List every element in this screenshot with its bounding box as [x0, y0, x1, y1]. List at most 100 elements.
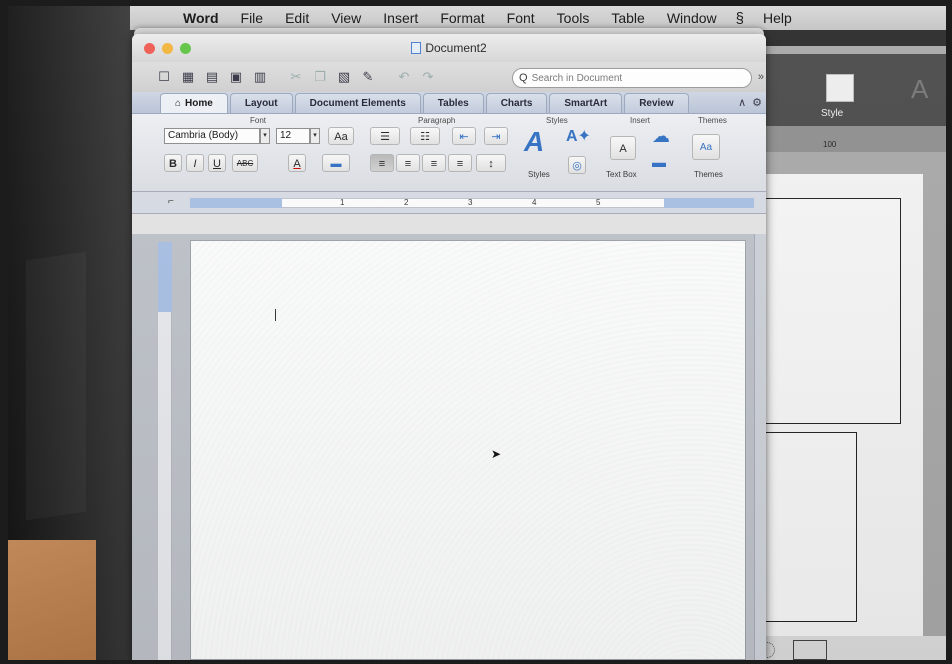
redo-icon[interactable]: ↷ [418, 67, 438, 87]
quick-styles-icon[interactable]: A✦ [566, 126, 591, 146]
undo-icon[interactable]: ↶ [394, 67, 414, 87]
menu-view[interactable]: View [320, 10, 372, 26]
script-menu-icon[interactable]: § [728, 10, 752, 27]
open-folder-icon[interactable]: ▤ [202, 67, 222, 87]
vertical-ruler[interactable] [158, 242, 172, 660]
menu-edit[interactable]: Edit [274, 10, 320, 26]
search-field[interactable]: Q [512, 68, 752, 88]
text-box-icon[interactable]: A [610, 136, 636, 160]
increase-indent-icon[interactable]: ⇥ [484, 127, 508, 145]
themes-group-label: Themes [698, 116, 727, 125]
menu-help[interactable]: Help [752, 10, 803, 26]
text-frame[interactable] [753, 198, 901, 424]
copy-icon[interactable]: ❐ [310, 67, 330, 87]
menu-tools[interactable]: Tools [546, 10, 601, 26]
strikethrough-button[interactable]: ABC [232, 154, 258, 172]
mouse-pointer-icon: ➤ [491, 447, 502, 461]
ribbon-tabs: ⌂ Home Layout Document Elements Tables Ch… [132, 92, 766, 114]
background-document-window: Style A 100 [743, 46, 946, 660]
desk-corner [8, 540, 96, 660]
font-size-field[interactable]: 12 [276, 128, 310, 144]
font-color-icon[interactable]: A [288, 154, 306, 172]
bullets-icon[interactable]: ☰ [370, 127, 400, 145]
window-title-text: Document2 [425, 41, 487, 55]
templates-icon[interactable]: ▦ [178, 67, 198, 87]
text-box-label: Text Box [606, 170, 637, 179]
title-bar[interactable]: Document2 [132, 34, 766, 62]
toolbar-overflow-icon[interactable]: » [758, 71, 764, 83]
photo-frame: Word File Edit View Insert Format Font T… [8, 6, 946, 660]
font-name-dropdown-icon[interactable]: ▾ [260, 128, 270, 144]
italic-button[interactable]: I [186, 154, 204, 172]
ruler-number: 4 [532, 198, 537, 207]
ribbon-controls: ∧ ⚙ [738, 96, 762, 109]
font-group-label: Font [250, 116, 267, 125]
tab-tables[interactable]: Tables [422, 93, 484, 113]
tab-review[interactable]: Review [624, 93, 689, 113]
styles-group-label: Styles [546, 116, 568, 125]
square-shape-icon[interactable] [793, 640, 827, 660]
print-icon[interactable]: ▥ [250, 67, 270, 87]
word-document-window: Document2 ☐ ▦ ▤ ▣ ▥ ✂ ❐ ▧ ✎ ↶ ↷ Q » ⌂Hom… [132, 34, 766, 660]
paste-icon[interactable]: ▧ [334, 67, 354, 87]
styles-pane-icon[interactable]: ◎ [568, 156, 586, 174]
decrease-indent-icon[interactable]: ⇤ [452, 127, 476, 145]
cut-icon[interactable]: ✂ [286, 67, 306, 87]
menu-window[interactable]: Window [656, 10, 728, 26]
ruler-number: 3 [468, 198, 473, 207]
styles-button-label: Styles [528, 170, 550, 179]
home-icon: ⌂ [175, 98, 182, 109]
ribbon-settings-gear-icon[interactable]: ⚙ [752, 96, 762, 109]
themes-label: Themes [694, 170, 723, 179]
font-size-icon[interactable]: A [911, 74, 928, 105]
tab-layout[interactable]: Layout [229, 93, 293, 113]
style-label: Style [821, 108, 844, 119]
styles-gallery-icon[interactable]: A [524, 126, 544, 158]
font-size-dropdown-icon[interactable]: ▾ [310, 128, 320, 144]
menu-insert[interactable]: Insert [372, 10, 429, 26]
vertical-scrollbar[interactable] [754, 234, 766, 660]
menu-word[interactable]: Word [172, 10, 230, 26]
menu-file[interactable]: File [230, 10, 275, 26]
standard-toolbar: ☐ ▦ ▤ ▣ ▥ ✂ ❐ ▧ ✎ ↶ ↷ Q » [132, 62, 766, 92]
format-painter-icon[interactable]: ✎ [358, 67, 378, 87]
menu-format[interactable]: Format [429, 10, 495, 26]
picture-icon[interactable]: ▬ [652, 154, 666, 170]
align-right-button[interactable]: ≡ [422, 154, 446, 172]
search-icon[interactable]: Q [519, 72, 528, 84]
text-insertion-cursor [275, 309, 276, 321]
collapse-ribbon-icon[interactable]: ∧ [738, 96, 746, 109]
justify-button[interactable]: ≡ [448, 154, 472, 172]
tab-charts[interactable]: Charts [485, 93, 548, 113]
menu-table[interactable]: Table [600, 10, 655, 26]
paragraph-group-label: Paragraph [418, 116, 456, 125]
bold-button[interactable]: B [164, 154, 182, 172]
font-name-field[interactable]: Cambria (Body) [164, 128, 260, 144]
menu-font[interactable]: Font [496, 10, 546, 26]
document-icon [411, 42, 422, 54]
search-input[interactable] [531, 72, 712, 84]
document-page[interactable]: ➤ [190, 240, 746, 660]
tab-stop-selector-icon[interactable]: ⌐ [168, 196, 174, 207]
shape-icon[interactable]: ☁ [652, 126, 670, 147]
change-case-icon[interactable]: Aa [328, 127, 354, 145]
numbering-icon[interactable]: ☷ [410, 127, 440, 145]
tab-document-elements[interactable]: Document Elements [294, 93, 421, 113]
save-icon[interactable]: ▣ [226, 67, 246, 87]
top-margin-area [158, 242, 172, 312]
underline-button[interactable]: U [208, 154, 226, 172]
style-swatch-icon[interactable] [826, 74, 854, 102]
new-document-icon[interactable]: ☐ [154, 67, 174, 87]
ruler-tick: 100 [823, 140, 837, 149]
ruler-number: 5 [596, 198, 601, 207]
highlight-icon[interactable]: ▬ [322, 154, 350, 172]
line-spacing-icon[interactable]: ↕ [476, 154, 506, 172]
right-margin-area [664, 198, 754, 208]
align-left-button[interactable]: ≡ [370, 154, 394, 172]
align-center-button[interactable]: ≡ [396, 154, 420, 172]
tab-home[interactable]: ⌂ Home [160, 93, 228, 113]
window-title: Document2 [132, 41, 766, 55]
tab-smartart[interactable]: SmartArt [549, 93, 623, 113]
themes-icon[interactable]: Aa [692, 134, 720, 160]
horizontal-ruler[interactable]: ⌐ 1 2 3 4 5 [132, 192, 766, 214]
